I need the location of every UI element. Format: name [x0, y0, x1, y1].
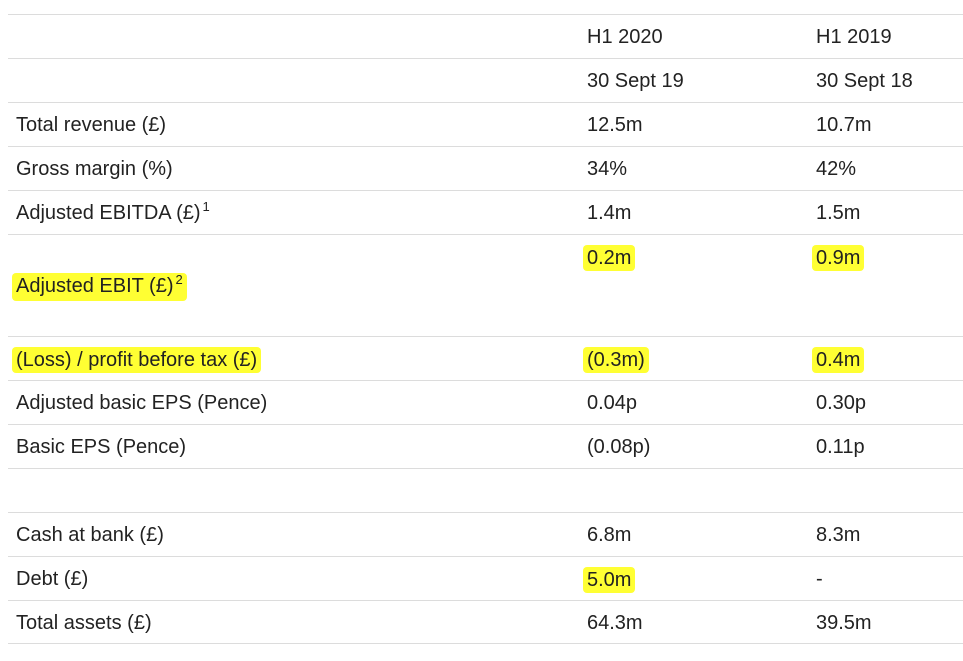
row-value-2020: 0.04p	[587, 392, 638, 414]
table-row: Total revenue (£) 12.5m 10.7m	[8, 102, 963, 146]
row-value-2020: (0.08p)	[587, 436, 651, 458]
table-row: Adjusted basic EPS (Pence) 0.04p 0.30p	[8, 380, 963, 424]
row-label-with-footnote-highlighted: Adjusted EBIT (£) 2	[12, 272, 187, 301]
column-date-2020: 30 Sept 19	[587, 70, 684, 92]
row-value-2019: 39.5m	[816, 612, 872, 634]
row-label: Adjusted basic EPS (Pence)	[16, 392, 268, 414]
row-label: Basic EPS (Pence)	[16, 436, 187, 458]
row-label: Total revenue (£)	[16, 114, 167, 136]
row-label-with-footnote: Adjusted EBITDA (£) 1	[16, 199, 210, 227]
row-value-2020: 1.4m	[587, 202, 632, 224]
table-row: Debt (£) 5.0m -	[8, 556, 963, 600]
table-row: (Loss) / profit before tax (£) (0.3m) 0.…	[8, 336, 963, 380]
column-date-2019: 30 Sept 18	[816, 70, 913, 92]
header-period-row: H1 2020 H1 2019	[8, 14, 963, 58]
row-value-2020: 12.5m	[587, 114, 643, 136]
row-value-2020-highlighted: 5.0m	[583, 567, 636, 593]
row-value-2019: 42%	[816, 158, 857, 180]
table-row: Adjusted EBITDA (£) 1 1.4m 1.5m	[8, 190, 963, 234]
row-value-2020-highlighted: 0.2m	[583, 245, 636, 271]
row-label-highlighted: (Loss) / profit before tax (£)	[12, 347, 262, 373]
row-label: Adjusted EBIT (£)	[16, 275, 174, 297]
footnote-marker: 2	[175, 272, 183, 287]
column-header-h1-2019: H1 2019	[816, 26, 892, 48]
row-value-2019: 1.5m	[816, 202, 861, 224]
row-label: Cash at bank (£)	[16, 524, 164, 546]
row-value-2020: 34%	[587, 158, 628, 180]
table-row: Basic EPS (Pence) (0.08p) 0.11p	[8, 424, 963, 468]
row-value-2019: 8.3m	[816, 524, 861, 546]
row-label: Gross margin (%)	[16, 158, 173, 180]
table-row: Cash at bank (£) 6.8m 8.3m	[8, 512, 963, 556]
row-value-2019: 0.11p	[816, 436, 865, 458]
row-value-2019: -	[816, 568, 823, 590]
row-value-2019: 0.30p	[816, 392, 867, 414]
financial-summary-table: H1 2020 H1 2019 30 Sept 19 30 Sept 18 To…	[8, 14, 963, 644]
footnote-marker: 1	[202, 199, 210, 214]
row-label: Adjusted EBITDA (£)	[16, 202, 201, 224]
row-value-2020: 64.3m	[587, 612, 643, 634]
header-date-row: 30 Sept 19 30 Sept 18	[8, 58, 963, 102]
table-row: Gross margin (%) 34% 42%	[8, 146, 963, 190]
empty-row	[8, 468, 963, 512]
row-value-2019: 10.7m	[816, 114, 872, 136]
table-row: Adjusted EBIT (£) 2 0.2m 0.9m	[8, 234, 963, 336]
column-header-h1-2020: H1 2020	[587, 26, 663, 48]
row-label: Total assets (£)	[16, 612, 152, 634]
row-label: Debt (£)	[16, 568, 89, 590]
row-value-2019-highlighted: 0.9m	[812, 245, 865, 271]
table-row: Total assets (£) 64.3m 39.5m	[8, 600, 963, 644]
row-value-2020-highlighted: (0.3m)	[583, 347, 649, 373]
row-value-2019-highlighted: 0.4m	[812, 347, 865, 373]
row-value-2020: 6.8m	[587, 524, 632, 546]
